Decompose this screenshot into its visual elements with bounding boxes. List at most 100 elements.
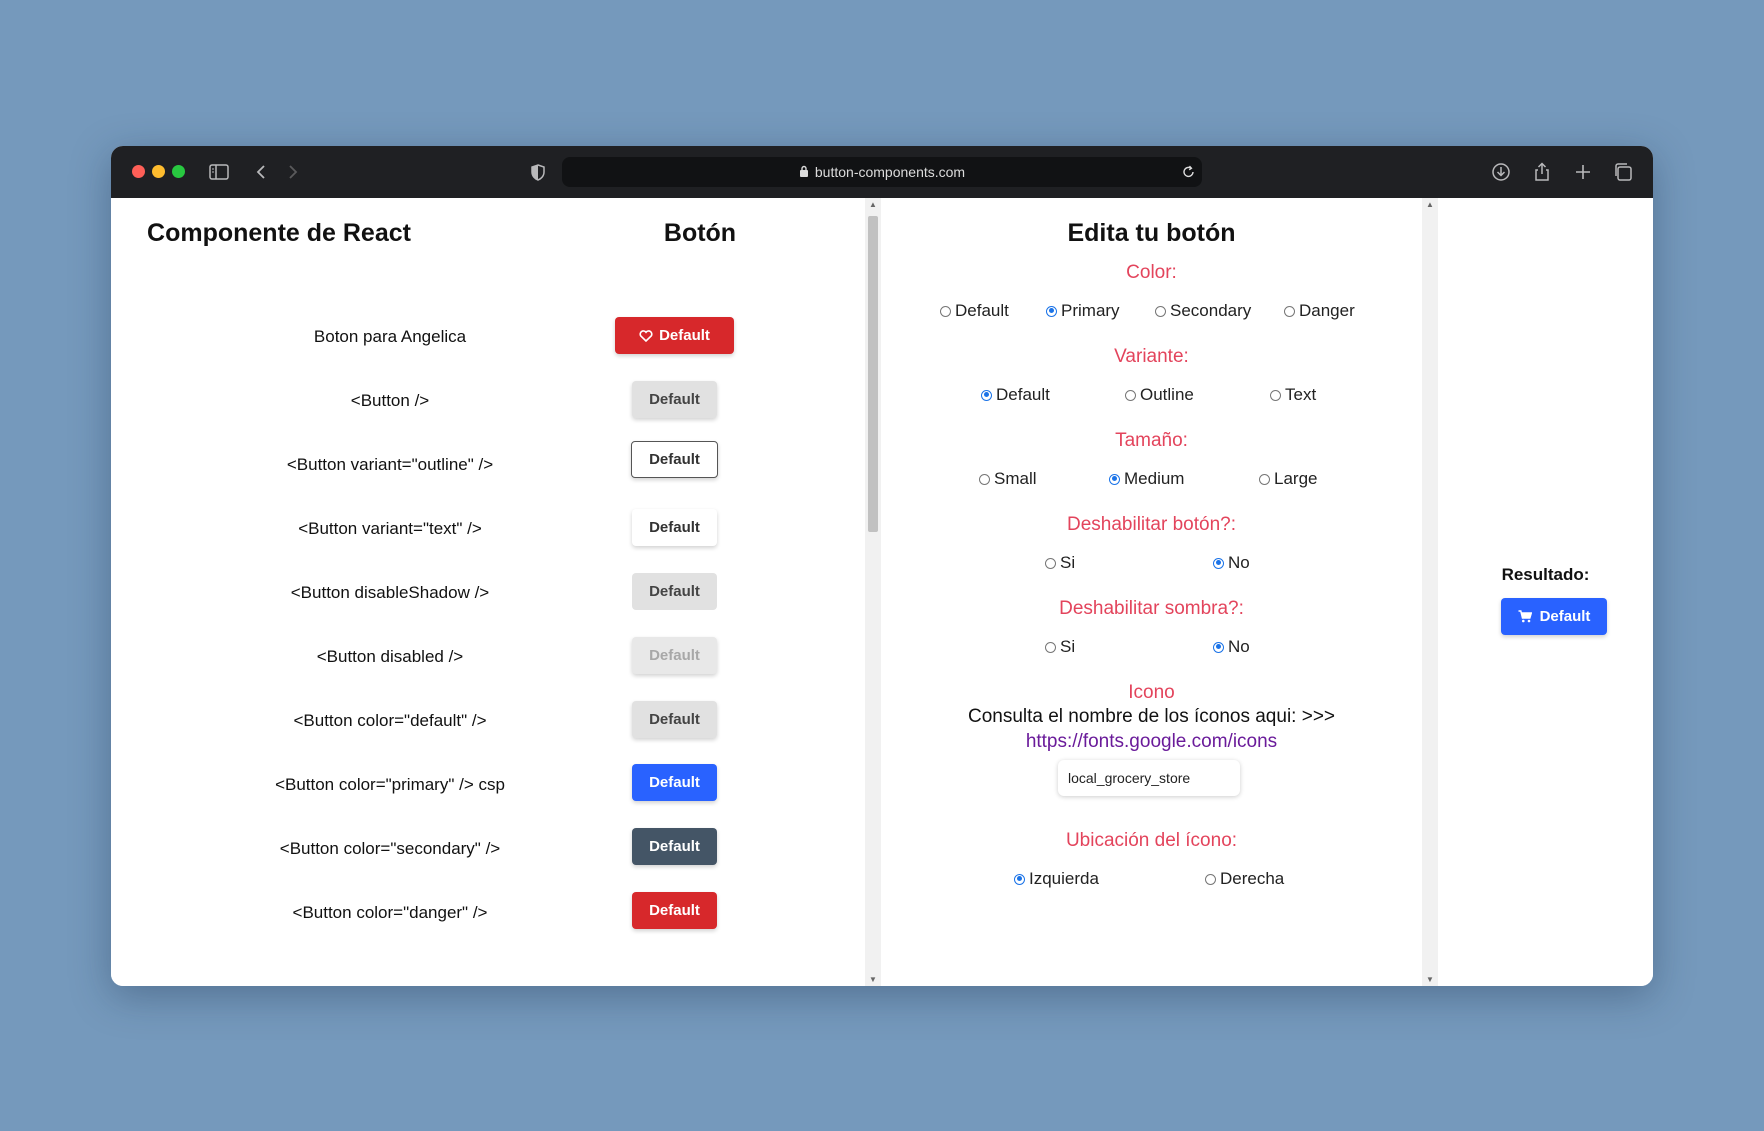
variant-section-label: Variante: <box>1114 346 1189 367</box>
button-label: Default <box>649 451 700 468</box>
radio-control[interactable] <box>1284 305 1295 317</box>
minimize-window-button[interactable] <box>152 165 165 178</box>
privacy-shield-icon[interactable] <box>525 159 551 185</box>
row-label: <Button color="secondary" /> <box>279 839 501 858</box>
scrollbar-thumb[interactable] <box>868 216 878 532</box>
icon-section-label: Icono <box>1128 682 1175 703</box>
result-button[interactable]: Default <box>1501 598 1607 635</box>
radio-control[interactable] <box>940 305 951 317</box>
radio-label: Primary <box>1061 301 1120 320</box>
browser-titlebar: button-components.com <box>111 146 1653 198</box>
button-label: Default <box>649 519 700 536</box>
radio-control[interactable] <box>1045 557 1056 569</box>
size-radio-small[interactable]: Small <box>979 469 1037 489</box>
disable-shadow-radio-no[interactable]: No <box>1213 637 1250 657</box>
sidebar-toggle-icon[interactable] <box>206 159 232 185</box>
disable-shadow-radio-si[interactable]: Si <box>1045 637 1075 657</box>
demo-button-primary[interactable]: Default <box>632 764 717 801</box>
scroll-down-arrow-icon[interactable]: ▼ <box>1426 975 1434 984</box>
editor-scrollbar[interactable]: ▲ ▼ <box>1422 198 1438 986</box>
demo-button-no-shadow[interactable]: Default <box>632 573 717 610</box>
variant-radio-default[interactable]: Default <box>981 385 1050 405</box>
icon-position-radio-derecha[interactable]: Derecha <box>1205 869 1284 889</box>
radio-control[interactable] <box>979 473 990 485</box>
radio-control[interactable] <box>1046 305 1057 317</box>
row-label: <Button /> <box>350 391 430 410</box>
radio-label: Outline <box>1140 385 1194 404</box>
radio-label: Text <box>1285 385 1317 404</box>
google-icons-link[interactable]: https://fonts.google.com/icons <box>1026 731 1277 752</box>
row-label: <Button variant="text" /> <box>298 519 482 538</box>
demo-button-text[interactable]: Default <box>632 509 717 546</box>
row-label: <Button disabled /> <box>316 647 464 666</box>
demo-button-secondary[interactable]: Default <box>632 828 717 865</box>
download-icon[interactable] <box>1488 159 1514 185</box>
lock-icon <box>799 164 809 180</box>
color-radio-danger[interactable]: Danger <box>1284 301 1355 321</box>
radio-label: No <box>1228 637 1250 656</box>
scroll-down-arrow-icon[interactable]: ▼ <box>869 975 877 984</box>
button-label: Default <box>649 711 700 728</box>
heart-icon <box>639 329 653 342</box>
radio-control[interactable] <box>1259 473 1270 485</box>
radio-label: Medium <box>1124 469 1185 488</box>
radio-control[interactable] <box>981 389 992 401</box>
back-icon[interactable] <box>248 159 274 185</box>
demo-button-outline[interactable]: Default <box>631 441 718 478</box>
forward-icon[interactable] <box>280 159 306 185</box>
disable-button-radio-si[interactable]: Si <box>1045 553 1075 573</box>
size-radio-medium[interactable]: Medium <box>1109 469 1184 489</box>
variant-radio-text[interactable]: Text <box>1270 385 1316 405</box>
radio-control[interactable] <box>1014 873 1025 885</box>
color-radio-default[interactable]: Default <box>940 301 1009 321</box>
radio-control[interactable] <box>1213 557 1224 569</box>
color-section-label: Color: <box>1126 262 1177 283</box>
radio-label: Derecha <box>1220 869 1285 888</box>
color-radio-primary[interactable]: Primary <box>1046 301 1120 321</box>
address-bar[interactable]: button-components.com <box>562 157 1202 187</box>
icon-position-radio-izquierda[interactable]: Izquierda <box>1014 869 1099 889</box>
zoom-window-button[interactable] <box>172 165 185 178</box>
size-radio-large[interactable]: Large <box>1259 469 1317 489</box>
radio-control[interactable] <box>1109 473 1120 485</box>
row-label: <Button color="danger" /> <box>292 903 488 922</box>
demo-button-default[interactable]: Default <box>632 381 717 418</box>
reload-icon[interactable] <box>1182 161 1196 186</box>
tab-overview-icon[interactable] <box>1610 159 1636 185</box>
demo-button-color-default[interactable]: Default <box>632 701 717 738</box>
button-label: Default <box>659 327 710 344</box>
color-radio-secondary[interactable]: Secondary <box>1155 301 1251 321</box>
radio-control[interactable] <box>1045 641 1056 653</box>
icon-position-section-label: Ubicación del ícono: <box>1065 830 1238 851</box>
icon-name-input[interactable] <box>1058 760 1240 796</box>
demo-button-danger[interactable]: Default <box>632 892 717 929</box>
close-window-button[interactable] <box>132 165 145 178</box>
button-label: Default <box>649 902 700 919</box>
variant-radio-outline[interactable]: Outline <box>1125 385 1194 405</box>
scroll-up-arrow-icon[interactable]: ▲ <box>869 200 877 209</box>
row-label: <Button disableShadow /> <box>290 583 490 602</box>
radio-control[interactable] <box>1125 389 1136 401</box>
new-tab-icon[interactable] <box>1570 159 1596 185</box>
page-content: Componente de React Botón Boton para Ang… <box>111 198 1653 986</box>
row-label: <Button color="default" /> <box>293 711 487 730</box>
demo-button-icon-red[interactable]: Default <box>615 317 734 354</box>
radio-control[interactable] <box>1270 389 1281 401</box>
share-icon[interactable] <box>1529 159 1555 185</box>
radio-label: Si <box>1060 637 1076 656</box>
radio-label: Izquierda <box>1029 869 1099 888</box>
radio-label: Secondary <box>1170 301 1252 320</box>
editor-title: Edita tu botón <box>1067 219 1236 247</box>
radio-control[interactable] <box>1213 641 1224 653</box>
radio-control[interactable] <box>1155 305 1166 317</box>
button-label: Default <box>649 774 700 791</box>
scroll-up-arrow-icon[interactable]: ▲ <box>1426 200 1434 209</box>
disable-button-radio-no[interactable]: No <box>1213 553 1250 573</box>
row-label: <Button variant="outline" /> <box>286 455 494 474</box>
browser-window: button-components.com Componente de Reac… <box>111 146 1653 986</box>
left-scrollbar[interactable]: ▲ ▼ <box>865 198 881 986</box>
demo-button-disabled: Default <box>632 637 717 674</box>
button-label: Default <box>1539 608 1591 625</box>
radio-control[interactable] <box>1205 873 1216 885</box>
result-label: Resultado: <box>1501 565 1590 584</box>
